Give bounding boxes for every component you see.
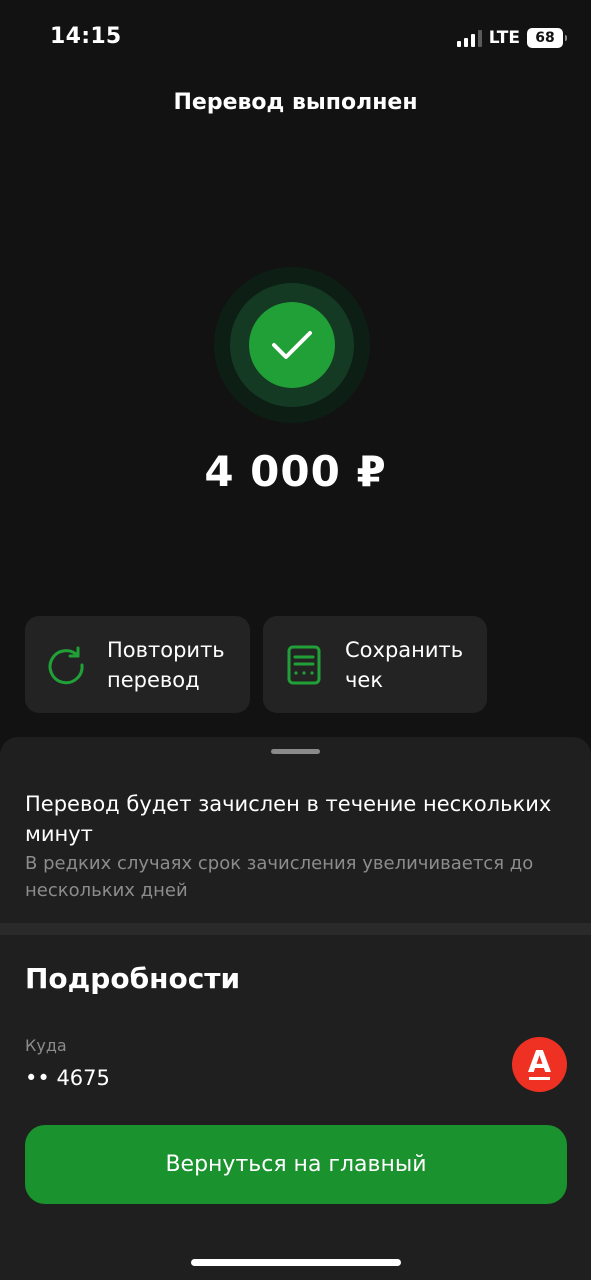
network-type: LTE <box>488 28 520 48</box>
save-receipt-button[interactable]: Сохранить чек <box>263 616 487 713</box>
status-bar: 14:15 LTE 68 <box>0 0 591 76</box>
repeat-transfer-button[interactable]: Повторить перевод <box>25 616 250 713</box>
signal-icon <box>456 29 482 47</box>
notice-title: Перевод будет зачислен в течение несколь… <box>25 792 552 846</box>
status-time: 14:15 <box>50 24 122 49</box>
repeat-icon <box>45 644 87 686</box>
bank-logo-letter: А <box>527 1045 552 1080</box>
save-receipt-label: Сохранить чек <box>345 638 464 692</box>
details-heading: Подробности <box>25 962 241 995</box>
repeat-transfer-label: Повторить перевод <box>107 638 225 692</box>
transfer-success-screen: 14:15 LTE 68 Перевод выполнен 4 000 ₽ По… <box>0 0 591 1280</box>
sheet-drag-handle[interactable] <box>271 749 320 754</box>
destination-value: •• 4675 <box>25 1066 110 1090</box>
receipt-icon <box>283 644 325 686</box>
return-home-button[interactable]: Вернуться на главный <box>25 1125 567 1204</box>
transfer-amount: 4 000 ₽ <box>204 447 387 496</box>
destination-label: Куда <box>25 1036 67 1055</box>
page-title: Перевод выполнен <box>173 90 418 115</box>
bank-logo: А <box>512 1037 567 1092</box>
notice-text: В редких случаях срок зачисления увеличи… <box>25 853 534 901</box>
home-indicator[interactable] <box>191 1259 401 1266</box>
checkmark-icon <box>249 302 335 388</box>
status-indicators: LTE 68 <box>456 27 567 49</box>
details-sheet: Перевод будет зачислен в течение несколь… <box>0 737 591 1280</box>
section-divider <box>0 923 591 935</box>
success-indicator <box>214 267 370 423</box>
battery-level: 68 <box>535 30 555 46</box>
battery-icon: 68 <box>527 28 567 48</box>
